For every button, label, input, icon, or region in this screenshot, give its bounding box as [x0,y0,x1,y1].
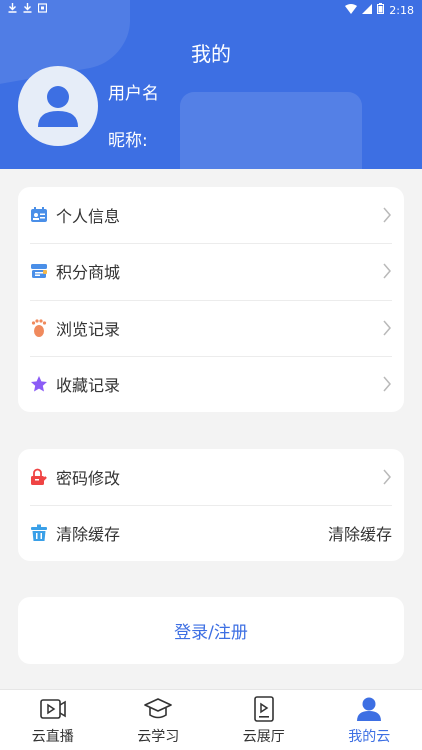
wifi-icon [345,3,358,17]
nickname-label: 昵称: [108,131,148,151]
menu-item-points-mall[interactable]: 积分商城 [18,243,404,299]
profile-header: 2:18 我的 用户名 昵称: [0,0,422,169]
signal-icon [362,3,373,17]
nav-tab-exhibition[interactable]: 云展厅 [211,690,317,750]
chevron-right-icon [383,263,391,279]
status-bar: 2:18 [0,0,422,20]
menu-item-label: 收藏记录 [56,375,121,395]
page-title: 我的 [191,42,231,66]
chevron-right-icon [383,376,391,392]
nav-label: 云学习 [137,728,180,745]
menu-item-label: 密码修改 [56,469,121,488]
lock-edit-icon [30,468,48,486]
nav-label: 云展厅 [242,728,285,745]
menu-item-clear-cache[interactable]: 清除缓存 清除缓存 [18,505,404,561]
menu-item-label: 积分商城 [56,263,121,283]
chevron-right-icon [383,207,391,223]
clear-cache-button[interactable]: 清除缓存 [328,521,392,545]
bottom-navigation: 云直播 云学习 云展厅 我的云 [0,689,422,750]
avatar[interactable] [18,66,98,146]
graduation-cap-icon [144,695,173,723]
battery-icon [377,3,385,17]
menu-card-settings: 密码修改 清除缓存 清除缓存 [18,449,404,561]
menu-item-change-password[interactable]: 密码修改 [18,449,404,505]
live-video-icon [39,695,67,723]
nav-label: 云直播 [31,728,74,745]
menu-item-favorites[interactable]: 收藏记录 [18,355,404,412]
menu-card-account: 个人信息 积分商城 浏览记录 收藏记录 [18,187,404,412]
notification-icon [37,3,48,13]
chevron-right-icon [383,469,391,485]
download-icon [8,3,17,13]
id-card-icon [30,206,48,224]
chevron-right-icon [383,320,391,336]
trash-icon [30,524,48,542]
download-icon [23,3,32,13]
menu-item-label: 个人信息 [56,207,121,227]
user-avatar-icon [38,86,78,127]
nav-tab-my-cloud[interactable]: 我的云 [317,690,422,750]
menu-item-label: 浏览记录 [56,319,121,339]
nav-label: 我的云 [348,728,391,745]
footprint-icon [30,319,48,337]
login-register-button[interactable]: 登录/注册 [18,597,404,664]
menu-item-browse-history[interactable]: 浏览记录 [18,299,404,356]
exhibition-icon [250,695,278,723]
star-icon [30,375,48,393]
nav-tab-learn[interactable]: 云学习 [106,690,212,750]
menu-item-personal-info[interactable]: 个人信息 [18,187,404,243]
username: 用户名 [108,84,159,104]
menu-item-label: 清除缓存 [56,525,121,544]
user-icon [355,695,383,723]
clock: 2:18 [389,3,414,17]
header-decoration [180,92,362,169]
nav-tab-live[interactable]: 云直播 [0,690,106,750]
store-icon [30,262,48,280]
